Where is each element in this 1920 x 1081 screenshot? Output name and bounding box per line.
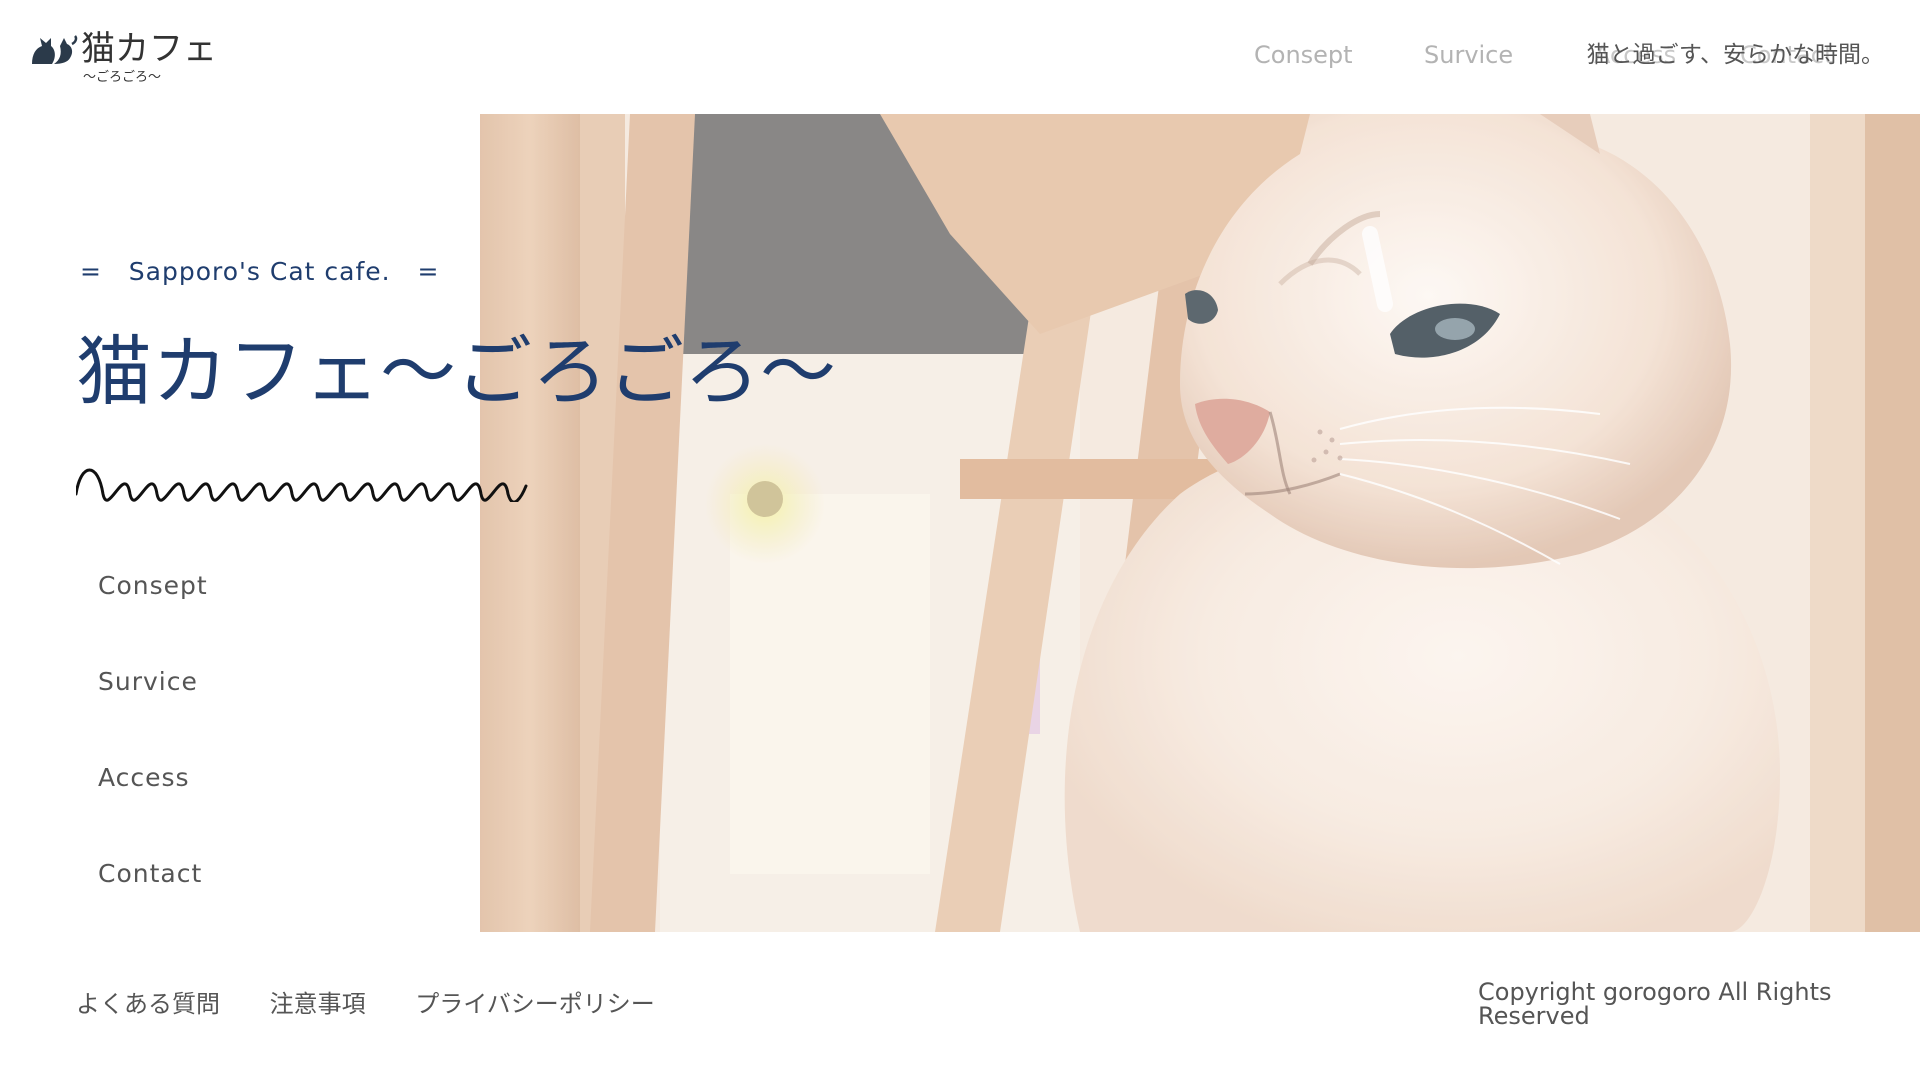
footer-links: よくある質問 注意事項 プライバシーポリシー	[76, 986, 697, 1022]
wavy-divider	[76, 468, 528, 502]
side-navigation: Consept Survice Access Contact	[98, 566, 398, 950]
logo-title: 猫カフェ	[81, 29, 217, 69]
side-nav-consept[interactable]: Consept	[98, 566, 398, 662]
side-nav-survice[interactable]: Survice	[98, 662, 398, 758]
side-nav-access[interactable]: Access	[98, 758, 398, 854]
hero-catchphrase: = Sapporo's Cat cafe. =	[80, 257, 440, 286]
top-nav-consept-link[interactable]: Consept	[1254, 40, 1353, 70]
copyright-text: Copyright gorogoro All Rights Reserved	[1478, 978, 1832, 1030]
side-nav-contact[interactable]: Contact	[98, 854, 398, 950]
footer-privacy-link[interactable]: プライバシーポリシー	[415, 990, 655, 1018]
logo-subtitle: 〜ごろごろ〜	[83, 70, 162, 85]
cat-silhouette-icon	[32, 35, 78, 64]
footer-notes-link[interactable]: 注意事項	[270, 990, 366, 1018]
header-tagline: 猫と過ごす、安らかな時間。	[1586, 42, 1884, 68]
hero-cat-photo	[480, 114, 1920, 932]
site-logo[interactable]: 猫カフェ 〜ごろごろ〜	[30, 28, 217, 88]
footer-faq-link[interactable]: よくある質問	[76, 990, 220, 1018]
hero-title: 猫カフェ〜ごろごろ〜	[76, 327, 836, 416]
top-nav-survice-link[interactable]: Survice	[1424, 40, 1513, 70]
